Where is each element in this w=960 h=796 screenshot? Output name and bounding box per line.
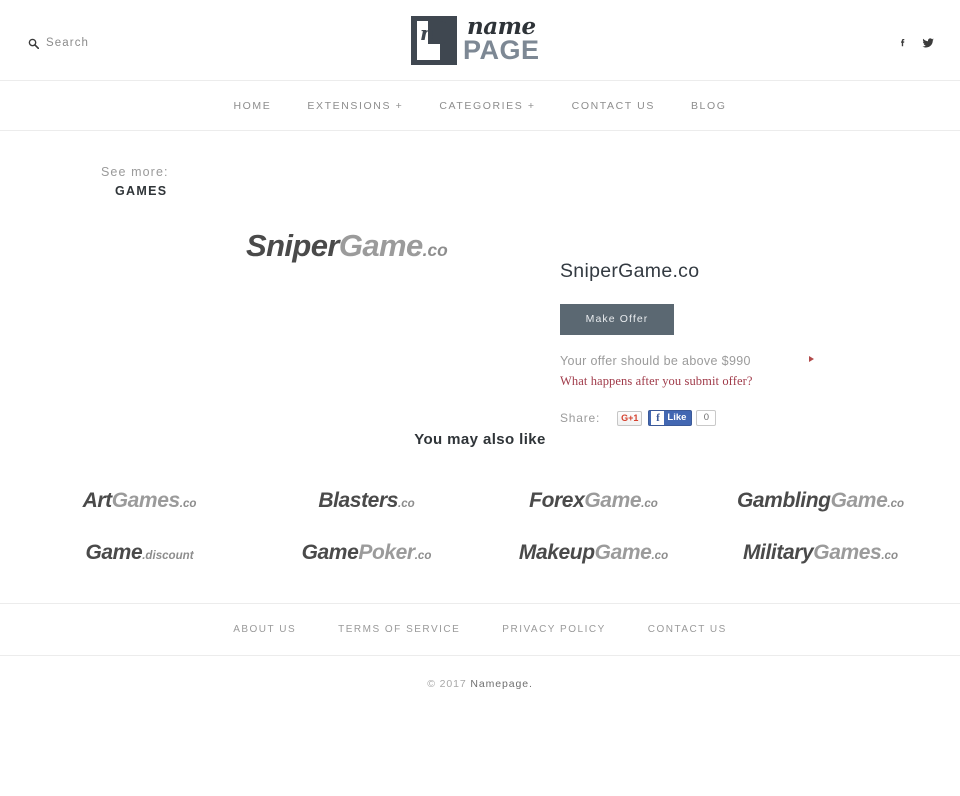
hero-section: SniperGame.co SniperGame.co Make Offer Y… <box>0 202 960 427</box>
related-domain-forexgame[interactable]: ForexGame.co <box>480 475 707 527</box>
nav-item-home[interactable]: HOME <box>215 100 289 112</box>
search-label: Search <box>46 37 90 49</box>
site-logo[interactable]: n name PAGE <box>411 11 540 69</box>
related-domain-tld: .co <box>641 497 658 510</box>
nav-item-categories[interactable]: CATEGORIES + <box>421 100 553 112</box>
search-box[interactable]: Search <box>28 37 89 49</box>
related-domain-gamediscount[interactable]: Game.discount <box>26 527 253 579</box>
facebook-like-button[interactable]: f Like <box>648 410 693 427</box>
footer-link-terms-of-service[interactable]: TERMS OF SERVICE <box>317 624 481 635</box>
domain-wordmark-tld: .co <box>422 239 448 260</box>
related-domains-row: ArtGames.co Blasters.co ForexGame.co Gam… <box>26 475 934 527</box>
facebook-like-label: Like <box>667 412 687 424</box>
related-domain-tld: .co <box>651 549 669 562</box>
related-domain-light: Game <box>830 488 888 512</box>
see-more-block: See more: GAMES <box>0 131 960 202</box>
google-plus-one-button[interactable]: G+1 <box>617 410 643 426</box>
domain-wordmark-dark: Sniper <box>246 227 339 263</box>
related-domain-tld: .co <box>414 549 432 562</box>
what-happens-link[interactable]: What happens after you submit offer? <box>560 374 860 389</box>
related-domain-artgames[interactable]: ArtGames.co <box>26 475 253 527</box>
related-domain-blasters[interactable]: Blasters.co <box>253 475 480 527</box>
related-domain-dark: Military <box>742 540 814 564</box>
domain-wordmark-light: Game <box>338 227 423 263</box>
also-like-title: You may also like <box>414 430 546 448</box>
related-domain-dark: Art <box>82 488 113 512</box>
related-domains-grid: ArtGames.co Blasters.co ForexGame.co Gam… <box>0 448 960 579</box>
related-domain-militarygames[interactable]: MilitaryGames.co <box>707 527 934 579</box>
related-domain-tld: .co <box>398 497 415 510</box>
social-links <box>895 36 935 50</box>
related-domain-makeupgame[interactable]: MakeupGame.co <box>480 527 707 579</box>
copyright-brand: Namepage. <box>470 677 533 690</box>
offer-arrow-icon <box>809 355 814 362</box>
copyright-prefix: © 2017 <box>427 677 471 690</box>
related-domain-gamepoker[interactable]: GamePoker.co <box>253 527 480 579</box>
offer-minimum-note: Your offer should be above $990 <box>560 352 814 371</box>
nav-item-extensions[interactable]: EXTENSIONS + <box>289 100 421 112</box>
copyright: © 2017 Namepage. <box>0 656 960 690</box>
related-domain-light: Game <box>584 488 642 512</box>
share-row: Share: G+1 f Like 0 <box>560 410 860 427</box>
footer-link-about-us[interactable]: ABOUT US <box>212 624 317 635</box>
footer-nav: ABOUT US TERMS OF SERVICE PRIVACY POLICY… <box>0 604 960 656</box>
related-domain-light: Game <box>594 540 652 564</box>
domain-wordmark: SniperGame.co <box>246 228 448 264</box>
related-domain-light: Games <box>111 488 180 512</box>
logo-mark-icon: n <box>411 15 457 65</box>
facebook-f-icon: f <box>651 411 665 426</box>
facebook-icon[interactable] <box>895 36 909 50</box>
related-domains-row: Game.discount GamePoker.co MakeupGame.co… <box>26 527 934 579</box>
logo-page-text: PAGE <box>463 35 540 66</box>
related-domain-tld: .co <box>179 497 197 510</box>
footer-link-contact-us[interactable]: CONTACT US <box>627 624 748 635</box>
facebook-like-count: 0 <box>696 410 717 427</box>
related-domain-dark: Blasters <box>318 488 398 512</box>
related-domain-tld: .co <box>881 549 899 562</box>
related-domain-light: Poker <box>358 540 415 564</box>
footer-link-privacy-policy[interactable]: PRIVACY POLICY <box>481 624 626 635</box>
page-title: SniperGame.co <box>560 259 700 282</box>
related-domain-dark: Makeup <box>518 540 595 564</box>
main-nav: HOME EXTENSIONS + CATEGORIES + CONTACT U… <box>0 81 960 131</box>
offer-note-text: Your offer should be above $990 <box>560 353 751 368</box>
related-domain-dark: Gambling <box>736 488 831 512</box>
nav-item-blog[interactable]: BLOG <box>673 100 745 112</box>
see-more-label: See more: <box>101 165 169 179</box>
related-domain-dark: Game <box>301 540 359 564</box>
site-header: Search n name PAGE <box>0 0 960 81</box>
share-label: Share: <box>560 411 601 426</box>
related-domain-gamblinggame[interactable]: GamblingGame.co <box>707 475 934 527</box>
nav-item-contact-us[interactable]: CONTACT US <box>554 100 673 112</box>
see-more-category-link[interactable]: GAMES <box>101 182 167 201</box>
related-domain-tld: .co <box>887 497 905 510</box>
related-domain-light: Games <box>813 540 882 564</box>
twitter-icon[interactable] <box>921 36 935 50</box>
make-offer-button[interactable]: Make Offer <box>560 303 674 335</box>
related-domain-dark: Forex <box>529 488 585 512</box>
related-domain-dark: Game <box>85 540 143 564</box>
offer-panel: SniperGame.co Make Offer Your offer shou… <box>560 259 860 427</box>
related-domain-tld: .discount <box>142 549 194 562</box>
search-icon <box>28 38 39 49</box>
logo-mark-letter: n <box>420 20 435 45</box>
